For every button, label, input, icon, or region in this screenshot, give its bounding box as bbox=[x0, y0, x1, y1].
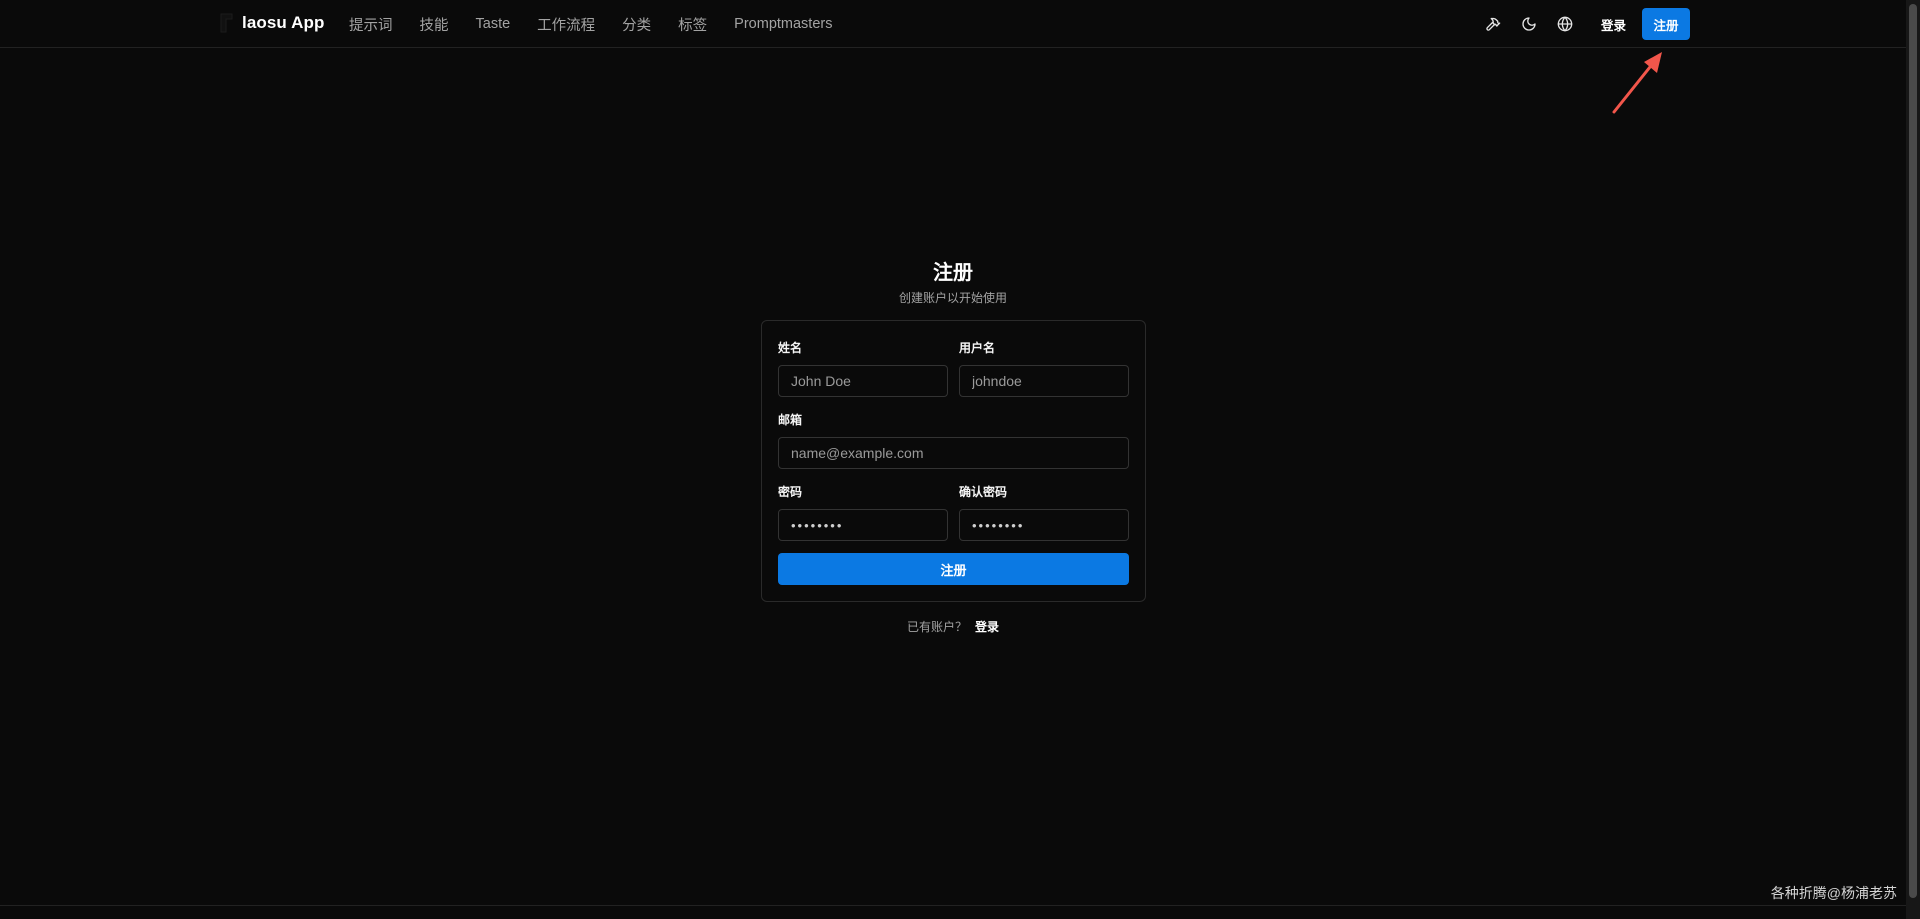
username-input[interactable] bbox=[959, 365, 1129, 397]
nav-item-tags[interactable]: 标签 bbox=[678, 14, 707, 35]
page-subtitle: 创建账户以开始使用 bbox=[898, 291, 1007, 305]
nav-item-workflows[interactable]: 工作流程 bbox=[537, 14, 595, 35]
password-input[interactable] bbox=[778, 509, 948, 541]
page: laosu App 提示词 技能 Taste 工作流程 分类 标签 Prompt… bbox=[0, 0, 1920, 919]
login-prompt: 已有账户？ 登录 bbox=[0, 618, 1906, 635]
nav-item-prompts[interactable]: 提示词 bbox=[349, 14, 393, 35]
name-label: 姓名 bbox=[778, 341, 803, 355]
footer-login-link[interactable]: 登录 bbox=[975, 620, 999, 634]
top-navbar: laosu App 提示词 技能 Taste 工作流程 分类 标签 Prompt… bbox=[0, 0, 1906, 48]
password-label: 密码 bbox=[778, 485, 803, 499]
nav-item-skills[interactable]: 技能 bbox=[420, 14, 449, 35]
confirm-password-label: 确认密码 bbox=[959, 485, 1008, 499]
signup-submit-button[interactable]: 注册 bbox=[778, 553, 1129, 585]
nav-item-promptmasters[interactable]: Promptmasters bbox=[734, 16, 832, 32]
language-button[interactable] bbox=[1547, 6, 1583, 42]
logo-icon bbox=[220, 13, 233, 33]
hammer-button[interactable] bbox=[1475, 6, 1511, 42]
header-actions: 登录 注册 bbox=[1475, 0, 1690, 48]
name-input[interactable] bbox=[778, 365, 948, 397]
main-nav: 提示词 技能 Taste 工作流程 分类 标签 Promptmasters bbox=[349, 0, 859, 48]
globe-icon bbox=[1557, 16, 1573, 32]
email-label: 邮箱 bbox=[778, 413, 803, 427]
annotation-arrow-icon bbox=[1612, 52, 1662, 114]
logo[interactable]: laosu App bbox=[218, 12, 324, 34]
theme-toggle-button[interactable] bbox=[1511, 6, 1547, 42]
page-title: 注册 bbox=[933, 262, 973, 284]
scrollbar-thumb[interactable] bbox=[1909, 4, 1917, 898]
header-login-link[interactable]: 登录 bbox=[1601, 15, 1626, 34]
footer-divider bbox=[0, 905, 1906, 906]
vertical-scrollbar[interactable] bbox=[1906, 0, 1920, 919]
nav-item-categories[interactable]: 分类 bbox=[622, 14, 651, 35]
header-signup-button[interactable]: 注册 bbox=[1642, 8, 1690, 40]
watermark: 各种折腾@杨浦老苏 bbox=[1770, 885, 1897, 901]
confirm-password-input[interactable] bbox=[959, 509, 1129, 541]
signup-form: 姓名 用户名 邮箱 密码 确认密码 注册 bbox=[761, 320, 1146, 602]
moon-icon bbox=[1522, 17, 1536, 31]
username-label: 用户名 bbox=[959, 341, 996, 355]
hammer-icon bbox=[1486, 17, 1501, 31]
nav-item-taste[interactable]: Taste bbox=[476, 16, 511, 32]
app-name: laosu App bbox=[242, 13, 325, 32]
email-input[interactable] bbox=[778, 437, 1129, 469]
login-prompt-text: 已有账户？ bbox=[906, 620, 967, 634]
